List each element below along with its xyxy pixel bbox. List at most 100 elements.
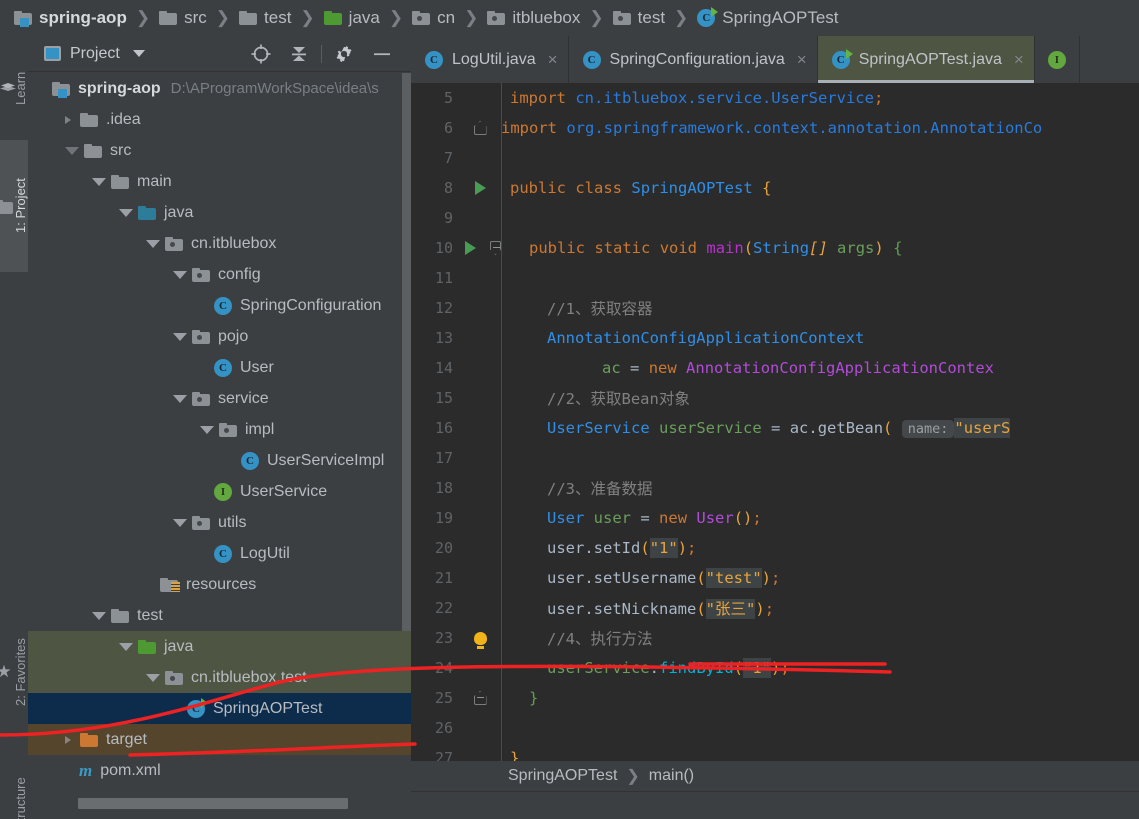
tree-item-service[interactable]: service <box>28 383 411 414</box>
tree-item-logutil[interactable]: C LogUtil <box>28 538 411 569</box>
code-line: 20 user.setId("1"); <box>411 533 1139 563</box>
breadcrumb-item-src[interactable]: src <box>159 0 207 36</box>
keyword-public: public <box>510 179 566 197</box>
editor-tab-userservice[interactable]: I <box>1035 36 1080 83</box>
tree-item-target[interactable]: target <box>28 724 411 755</box>
tree-item-label: impl <box>245 420 275 438</box>
breadcrumb-item-project[interactable]: spring-aop <box>14 0 127 36</box>
collapse-all-button[interactable] <box>280 36 318 72</box>
chevron-down-icon[interactable] <box>173 270 187 279</box>
tree-item-test[interactable]: test <box>28 600 411 631</box>
tool-button-learn[interactable]: Learn <box>0 36 28 140</box>
parameter-hint: name: <box>901 420 955 438</box>
breadcrumb-item-itbluebox[interactable]: itbluebox <box>487 0 580 36</box>
hide-panel-button[interactable] <box>363 36 401 72</box>
tree-item-pom-xml[interactable]: m pom.xml <box>28 755 411 786</box>
chevron-down-icon[interactable] <box>65 146 79 155</box>
chevron-down-icon[interactable] <box>173 518 187 527</box>
fold-marker-icon[interactable] <box>490 241 501 255</box>
breadcrumb-label: spring-aop <box>39 8 127 27</box>
chevron-right-icon[interactable] <box>65 735 75 744</box>
method-call: getBean <box>817 419 884 437</box>
tree-horizontal-scrollbar[interactable] <box>78 798 348 809</box>
chevron-down-icon[interactable] <box>200 425 214 434</box>
breadcrumb-separator-icon: ❯ <box>674 8 689 27</box>
intention-bulb-icon[interactable] <box>473 631 487 649</box>
tree-item-cn-itbluebox[interactable]: cn.itbluebox <box>28 228 411 259</box>
settings-button[interactable] <box>325 36 363 72</box>
chevron-down-icon[interactable] <box>119 208 133 217</box>
editor-tab-label: LogUtil.java <box>452 50 536 68</box>
locate-file-button[interactable] <box>242 36 280 72</box>
breadcrumb-item-springaoptest[interactable]: C SpringAOPTest <box>697 0 839 36</box>
tool-button-project[interactable]: 1: Project <box>0 140 28 272</box>
tree-item-resources[interactable]: resources <box>28 569 411 600</box>
chevron-down-icon[interactable] <box>146 673 160 682</box>
tree-item-src[interactable]: src <box>28 135 411 166</box>
code-line: 21 user.setUsername("test"); <box>411 563 1139 593</box>
variable-name: user <box>593 509 631 527</box>
tree-item-java[interactable]: java <box>28 197 411 228</box>
variable-name: ac <box>602 359 621 377</box>
close-icon[interactable]: × <box>548 50 558 70</box>
close-icon[interactable]: × <box>1014 50 1024 70</box>
fold-marker-icon[interactable] <box>473 121 487 135</box>
chevron-down-icon[interactable] <box>146 239 160 248</box>
tree-item-spring-aop[interactable]: spring-aop D:\AProgramWorkSpace\idea\s <box>28 73 411 104</box>
chevron-down-icon[interactable] <box>119 642 133 651</box>
chevron-down-icon[interactable] <box>92 611 106 620</box>
status-class-name[interactable]: SpringAOPTest <box>508 767 617 785</box>
breadcrumb-item-testpkg[interactable]: test <box>612 0 665 36</box>
breadcrumb-item-cn[interactable]: cn <box>412 0 455 36</box>
run-method-icon[interactable] <box>465 241 476 255</box>
tree-item-springaoptest[interactable]: C SpringAOPTest <box>28 693 411 724</box>
breadcrumb-item-test[interactable]: test <box>239 0 291 36</box>
line-number: 9 <box>443 209 453 227</box>
run-class-icon[interactable] <box>474 181 486 195</box>
tree-item-userservice[interactable]: I UserService <box>28 476 411 507</box>
chevron-right-icon[interactable] <box>65 115 75 124</box>
constructor-name: User <box>696 509 734 527</box>
tree-item-springconfiguration[interactable]: C SpringConfiguration <box>28 290 411 321</box>
chevron-down-icon[interactable] <box>173 394 187 403</box>
code-line: 12 //1、获取容器 <box>411 293 1139 323</box>
editor-tab-springaoptest[interactable]: C SpringAOPTest.java × <box>817 36 1035 83</box>
line-gutter[interactable] <box>459 181 501 195</box>
tree-item-config[interactable]: config <box>28 259 411 290</box>
tree-item-main[interactable]: main <box>28 166 411 197</box>
tool-button-structure[interactable]: Structure <box>0 752 28 819</box>
tree-item-pojo[interactable]: pojo <box>28 321 411 352</box>
comment: //2、获取Bean对象 <box>547 390 690 408</box>
close-icon[interactable]: × <box>797 50 807 70</box>
tree-item-utils[interactable]: utils <box>28 507 411 538</box>
breadcrumb-item-java[interactable]: java <box>323 0 380 36</box>
line-gutter[interactable] <box>459 241 501 255</box>
editor-tab-logutil[interactable]: C LogUtil.java × <box>411 36 569 83</box>
line-number: 21 <box>434 569 453 587</box>
class-icon: C <box>214 358 232 377</box>
project-tree[interactable]: spring-aop D:\AProgramWorkSpace\idea\s .id… <box>28 73 411 819</box>
tree-item-userserviceimpl[interactable]: C UserServiceImpl <box>28 445 411 476</box>
object-name: user <box>547 539 585 557</box>
comment: //4、执行方法 <box>547 630 653 648</box>
fold-marker-icon[interactable] <box>473 691 487 705</box>
line-gutter[interactable] <box>459 691 501 705</box>
tree-item-user[interactable]: C User <box>28 352 411 383</box>
code-editor[interactable]: 5 import cn.itbluebox.service.UserServic… <box>411 83 1139 797</box>
chevron-down-icon[interactable] <box>173 332 187 341</box>
tree-item-cn-itbluebox-test[interactable]: cn.itbluebox.test <box>28 662 411 693</box>
tree-item-java[interactable]: java <box>28 631 411 662</box>
class-icon: C <box>241 451 259 470</box>
status-method-name[interactable]: main() <box>649 767 694 785</box>
chevron-down-icon[interactable] <box>132 50 145 57</box>
tree-item-label: java <box>164 203 194 221</box>
line-gutter[interactable] <box>459 631 501 649</box>
chevron-down-icon[interactable] <box>92 177 106 186</box>
line-number: 22 <box>434 599 453 617</box>
tree-item--idea[interactable]: .idea <box>28 104 411 135</box>
line-gutter[interactable] <box>459 121 501 135</box>
tool-button-favorites[interactable]: 2: Favorites ★ <box>0 596 28 748</box>
breadcrumb-label: itbluebox <box>512 8 581 27</box>
editor-tab-springconfiguration[interactable]: C SpringConfiguration.java × <box>569 36 818 83</box>
tree-item-impl[interactable]: impl <box>28 414 411 445</box>
